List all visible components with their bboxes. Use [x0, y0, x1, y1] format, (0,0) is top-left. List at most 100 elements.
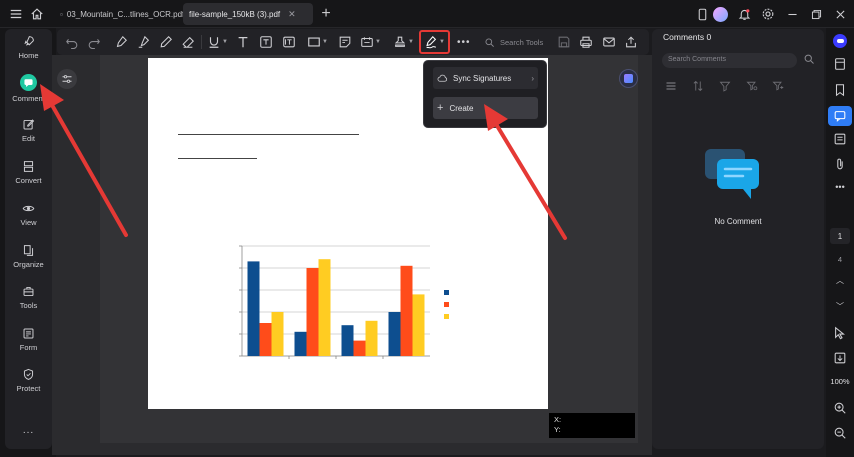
stamp-button[interactable]: ▼ — [393, 34, 414, 50]
area-highlight-button[interactable] — [137, 34, 151, 50]
menu-icon[interactable] — [6, 4, 26, 24]
ai-assistant-button[interactable] — [619, 69, 638, 88]
redo-button[interactable] — [87, 34, 101, 50]
rectangle-icon — [308, 37, 320, 47]
comments-search-input[interactable]: Search Comments — [662, 53, 797, 68]
more-panels-icon[interactable]: ••• — [826, 182, 854, 192]
sidebar-item-comment[interactable]: Comment — [5, 74, 52, 103]
sync-signatures-item[interactable]: Sync Signatures › — [433, 67, 538, 89]
current-page[interactable]: 1 — [830, 228, 850, 244]
fit-page-icon[interactable] — [826, 351, 854, 365]
more-options-button[interactable]: ... — [5, 425, 52, 436]
home-icon[interactable] — [27, 4, 47, 24]
legend-swatch — [444, 314, 449, 319]
tab-label: 03_Mountain_C...tlines_OCR.pdf — [66, 9, 185, 19]
chart-bar — [353, 340, 366, 356]
file-icon: ▫ — [60, 9, 63, 19]
signature-button[interactable]: ▼ — [419, 30, 450, 54]
list-view-icon[interactable] — [665, 80, 677, 92]
ai-icon — [624, 74, 633, 83]
bookmark-icon[interactable] — [826, 83, 854, 97]
sidebar-item-convert[interactable]: Convert — [5, 160, 52, 185]
toolbox-icon — [23, 286, 34, 297]
search-icon[interactable] — [803, 53, 815, 65]
chevron-down-icon[interactable]: ﹀ — [826, 301, 854, 312]
callout-button[interactable] — [282, 34, 296, 50]
attachment-icon[interactable] — [826, 157, 854, 171]
text-line — [178, 134, 359, 135]
zoom-level[interactable]: 100% — [826, 377, 854, 386]
tool-search[interactable]: Search Tools — [484, 33, 558, 51]
left-navigation: Home Comment Edit Convert View Organize … — [5, 29, 52, 449]
device-icon[interactable] — [692, 4, 712, 24]
save-button[interactable] — [557, 34, 571, 50]
chart-bar — [318, 259, 331, 356]
share-button[interactable] — [624, 34, 638, 50]
email-button[interactable] — [602, 34, 616, 50]
text-button[interactable] — [236, 34, 250, 50]
sidebar-item-home[interactable]: Home — [5, 35, 52, 60]
tab-document-1[interactable]: ▫ 03_Mountain_C...tlines_OCR.pdf — [54, 3, 184, 25]
sidebar-item-organize[interactable]: Organize — [5, 244, 52, 269]
underline-button[interactable]: ▼ — [207, 34, 228, 50]
display-settings-button[interactable] — [57, 69, 77, 89]
sidebar-item-label: Comment — [12, 94, 45, 103]
pencil-icon — [160, 36, 172, 48]
filter-tag-icon[interactable] — [772, 80, 784, 92]
sidebar-item-protect[interactable]: Protect — [5, 368, 52, 393]
sidebar-item-label: View — [20, 218, 37, 227]
more-tools-button[interactable]: ••• — [457, 34, 471, 50]
close-window-icon[interactable] — [830, 4, 850, 24]
toolbar-divider — [201, 35, 202, 49]
search-tools-placeholder: Search Tools — [500, 37, 544, 47]
select-tool-icon[interactable] — [826, 326, 854, 340]
highlight-button[interactable] — [114, 34, 128, 50]
settings-icon[interactable] — [758, 4, 778, 24]
restore-icon[interactable] — [806, 4, 826, 24]
comments-panel: Comments 0 Search Comments No Comment — [652, 29, 824, 449]
fields-icon[interactable] — [826, 132, 854, 146]
tab-label: file-sample_150kB (3).pdf — [189, 9, 281, 19]
area-highlight-icon — [138, 35, 150, 48]
sidebar-item-edit[interactable]: Edit — [5, 118, 52, 143]
chart-bar — [271, 312, 284, 356]
eraser-button[interactable] — [181, 34, 195, 50]
chart-bar — [341, 325, 354, 356]
minimize-icon[interactable] — [782, 4, 802, 24]
shape-button[interactable]: ▼ — [307, 34, 328, 50]
zoom-in-icon[interactable] — [826, 401, 854, 415]
print-button[interactable] — [579, 34, 593, 50]
undo-icon — [66, 39, 78, 49]
form-icon — [23, 328, 34, 339]
tab-document-2[interactable]: file-sample_150kB (3).pdf ✕ — [183, 3, 313, 25]
chart-bar — [400, 265, 413, 356]
rocket-icon — [24, 36, 34, 46]
sort-icon[interactable] — [692, 80, 704, 92]
sidebar-item-label: Home — [18, 51, 39, 60]
filter-icon[interactable] — [719, 80, 731, 92]
create-signature-item[interactable]: + Create — [433, 97, 538, 119]
legend-swatch — [444, 290, 449, 295]
bell-icon[interactable] — [734, 4, 754, 24]
sidebar-item-form[interactable]: Form — [5, 327, 52, 352]
thumbnails-icon[interactable] — [826, 57, 854, 71]
comments-panel-icon[interactable] — [828, 106, 852, 126]
undo-button[interactable] — [65, 34, 79, 50]
textbox-button[interactable] — [259, 34, 273, 50]
sidebar-item-view[interactable]: View — [5, 202, 52, 227]
sticky-note-button[interactable] — [338, 34, 352, 50]
total-pages: 4 — [837, 255, 843, 264]
comment-icon — [20, 74, 37, 91]
zoom-out-icon[interactable] — [826, 426, 854, 440]
avatar[interactable] — [710, 4, 730, 24]
sidebar-item-tools[interactable]: Tools — [5, 285, 52, 310]
legend-swatch — [444, 302, 449, 307]
close-tab-icon[interactable]: ✕ — [288, 9, 296, 20]
comments-title: Comments 0 — [663, 32, 712, 42]
pencil-button[interactable] — [159, 34, 173, 50]
filter-user-icon[interactable] — [746, 80, 758, 92]
chevron-up-icon[interactable]: ︿ — [826, 275, 854, 286]
ai-assistant-icon[interactable] — [826, 34, 854, 48]
attachment-button[interactable]: ▼ — [360, 34, 381, 50]
new-tab-button[interactable]: + — [316, 4, 336, 24]
